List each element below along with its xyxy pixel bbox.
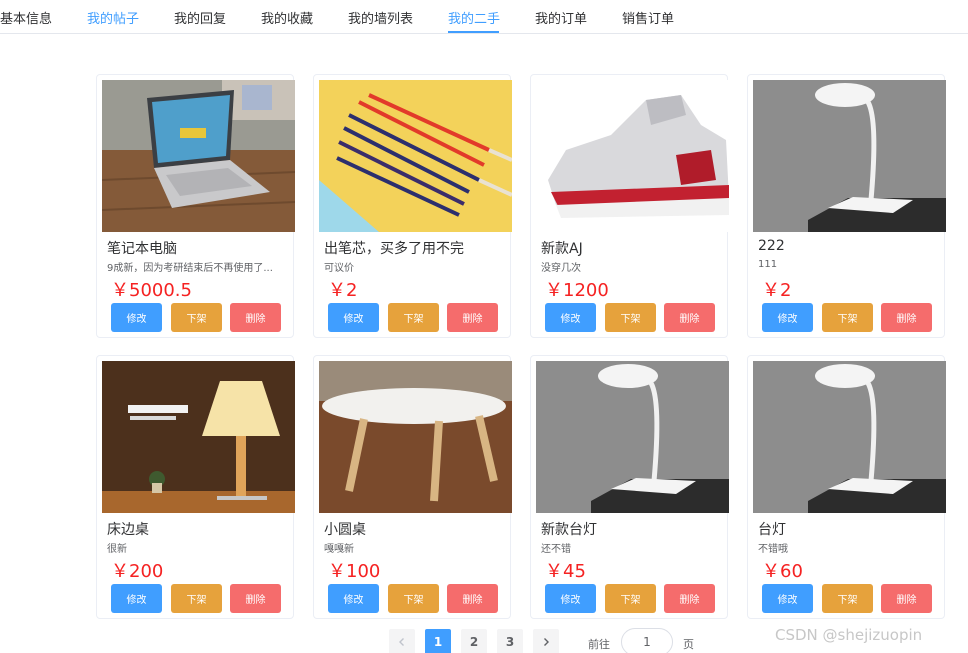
take-down-button[interactable]: 下架 [171,303,222,332]
product-price: ￥200 [111,561,164,582]
product-card[interactable]: 台灯 不错哦 ￥60 修改 下架 删除 [747,355,946,619]
take-down-button[interactable]: 下架 [171,584,222,613]
page-button-2[interactable]: 2 [461,629,487,653]
take-down-button[interactable]: 下架 [605,303,656,332]
product-price: ￥60 [762,561,803,582]
edit-button[interactable]: 修改 [111,584,162,613]
take-down-button[interactable]: 下架 [822,303,873,332]
product-card[interactable]: 出笔芯，买多了用不完 可议价 ￥2 修改 下架 删除 [313,74,512,338]
edit-button[interactable]: 修改 [328,303,379,332]
product-card[interactable]: 新款AJ 没穿几次 ￥1200 修改 下架 删除 [530,74,729,338]
product-title: 笔记本电脑 [107,241,177,257]
desk-lamp-image [753,80,946,232]
product-price: ￥2 [328,280,358,301]
edit-button[interactable]: 修改 [545,584,596,613]
product-card[interactable]: 小圆桌 嘎嘎新 ￥100 修改 下架 删除 [313,355,512,619]
desk-lamp-image [753,361,946,513]
goto-page-input[interactable]: 1 [621,628,673,653]
tab-my-favorites[interactable]: 我的收藏 [261,8,313,27]
edit-button[interactable]: 修改 [545,303,596,332]
edit-button[interactable]: 修改 [762,303,813,332]
chevron-right-icon [544,638,549,646]
product-description: 很新 [107,544,127,555]
delete-button[interactable]: 删除 [447,303,498,332]
pen-refills-image [319,80,512,232]
tab-my-wall[interactable]: 我的墙列表 [348,8,413,27]
product-price: ￥100 [328,561,381,582]
product-price: ￥45 [545,561,586,582]
round-table-image [319,361,512,513]
tab-my-replies[interactable]: 我的回复 [174,8,226,27]
prev-page-button[interactable] [389,629,415,653]
goto-label: 前往 [588,638,610,651]
edit-button[interactable]: 修改 [111,303,162,332]
delete-button[interactable]: 删除 [447,584,498,613]
take-down-button[interactable]: 下架 [822,584,873,613]
edit-button[interactable]: 修改 [762,584,813,613]
delete-button[interactable]: 删除 [881,303,932,332]
product-card[interactable]: 床边桌 很新 ￥200 修改 下架 删除 [96,355,295,619]
tab-my-secondhand[interactable]: 我的二手 [448,8,500,27]
product-price: ￥2 [762,280,792,301]
chevron-left-icon [399,638,404,646]
product-description: 111 [758,259,778,270]
product-card[interactable]: 笔记本电脑 9成新，因为考研结束后不再使用了... ￥5000.5 修改 下架 … [96,74,295,338]
profile-tabs: 基本信息 我的帖子 我的回复 我的收藏 我的墙列表 我的二手 我的订单 销售订单 [0,0,968,34]
product-description: 不错哦 [758,544,788,555]
laptop-image [102,80,295,232]
page-unit-label: 页 [683,638,694,651]
active-tab-indicator [448,31,499,33]
watermark: CSDN @shejizuopin [775,626,923,644]
tab-basic-info[interactable]: 基本信息 [0,8,52,27]
delete-button[interactable]: 删除 [664,584,715,613]
product-title: 小圆桌 [324,522,366,538]
page-button-3[interactable]: 3 [497,629,523,653]
tab-my-posts[interactable]: 我的帖子 [87,8,139,27]
delete-button[interactable]: 删除 [881,584,932,613]
take-down-button[interactable]: 下架 [605,584,656,613]
product-title: 新款AJ [541,241,583,257]
delete-button[interactable]: 删除 [230,584,281,613]
product-price: ￥5000.5 [111,280,192,301]
product-description: 可议价 [324,263,354,274]
product-description: 9成新，因为考研结束后不再使用了... [107,263,273,274]
product-title: 床边桌 [107,522,149,538]
product-title: 222 [758,238,785,254]
product-card[interactable]: 新款台灯 还不错 ￥45 修改 下架 删除 [530,355,729,619]
product-title: 新款台灯 [541,522,597,538]
take-down-button[interactable]: 下架 [388,303,439,332]
table-lamp-image [102,361,295,513]
product-description: 没穿几次 [541,263,581,274]
product-description: 还不错 [541,544,571,555]
edit-button[interactable]: 修改 [328,584,379,613]
product-title: 出笔芯，买多了用不完 [324,241,464,257]
product-title: 台灯 [758,522,786,538]
sneaker-image [536,80,729,232]
tab-sales-orders[interactable]: 销售订单 [622,8,674,27]
page-button-1[interactable]: 1 [425,629,451,653]
delete-button[interactable]: 删除 [664,303,715,332]
desk-lamp-image [536,361,729,513]
take-down-button[interactable]: 下架 [388,584,439,613]
delete-button[interactable]: 删除 [230,303,281,332]
product-card[interactable]: 222 111 ￥2 修改 下架 删除 [747,74,946,338]
product-description: 嘎嘎新 [324,544,354,555]
product-price: ￥1200 [545,280,609,301]
next-page-button[interactable] [533,629,559,653]
tab-my-orders[interactable]: 我的订单 [535,8,587,27]
